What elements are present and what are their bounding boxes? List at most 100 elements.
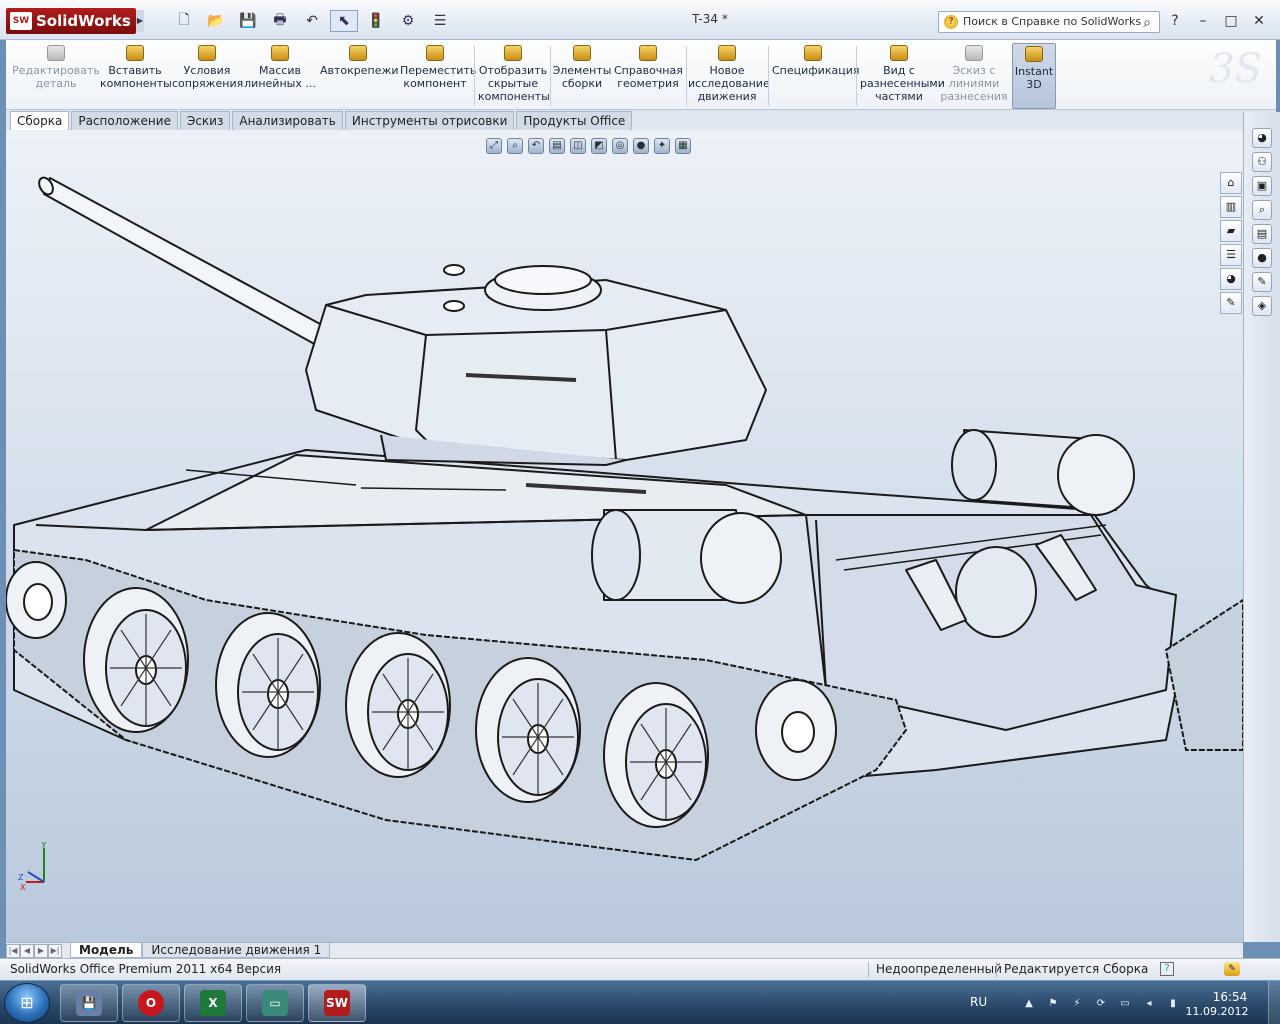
options-button[interactable]: ⚙ xyxy=(394,10,422,32)
new-document-button[interactable]: 🗋 xyxy=(170,10,198,32)
network-icon[interactable]: ⚡ xyxy=(1070,997,1084,1011)
taskbar-excel[interactable]: X xyxy=(184,984,242,1022)
maximize-button[interactable]: □ xyxy=(1218,10,1244,32)
view-palette-tab-icon[interactable]: ▤ xyxy=(1252,224,1272,244)
resources-icon[interactable]: ◕ xyxy=(1252,128,1272,148)
road-wheel[interactable] xyxy=(475,657,581,803)
show-hidden-components-button[interactable]: Отобразить скрытые компоненты xyxy=(478,43,550,109)
save-button[interactable]: 💾 xyxy=(234,10,262,32)
search-results-icon[interactable]: ⌕ xyxy=(1252,200,1272,220)
view-palette-icon[interactable]: ☰ xyxy=(1220,244,1242,266)
undo-button[interactable]: ↶ xyxy=(298,10,326,32)
linear-pattern-button[interactable]: Массив линейных ... xyxy=(244,43,316,109)
start-button[interactable]: ⊞ xyxy=(4,983,50,1023)
rebuild-status-icon[interactable]: ? xyxy=(1160,962,1174,976)
file-properties-button[interactable]: ☰ xyxy=(426,10,454,32)
idler-wheel[interactable] xyxy=(6,561,67,639)
tab-office-products[interactable]: Продукты Office xyxy=(516,111,633,130)
tab-assembly[interactable]: Сборка xyxy=(10,111,70,130)
taskbar-save-app[interactable]: 💾 xyxy=(60,984,118,1022)
custom-props-icon[interactable]: ✎ xyxy=(1220,292,1242,314)
show-desktop-button[interactable] xyxy=(1268,981,1280,1024)
tab-model[interactable]: Модель xyxy=(70,943,143,958)
file-explorer-icon[interactable]: ▣ xyxy=(1252,176,1272,196)
appearances-tab-icon[interactable]: ● xyxy=(1252,248,1272,268)
window-app-icon: ▭ xyxy=(262,990,288,1016)
design-library-icon[interactable]: ▥ xyxy=(1220,196,1242,218)
solidworks-logo[interactable]: SW SolidWorks xyxy=(6,8,136,34)
first-tab-icon[interactable]: |◀ xyxy=(6,943,20,958)
window-controls: ? – □ ✕ xyxy=(1162,10,1272,32)
menu-expand-icon[interactable]: ▶ xyxy=(136,10,144,32)
taskbar-solidworks[interactable]: SW xyxy=(308,984,366,1022)
tank-model[interactable] xyxy=(6,130,1243,942)
tags-icon[interactable]: ✎ xyxy=(1224,962,1240,976)
taskbar-opera[interactable]: O xyxy=(122,984,180,1022)
mate-button[interactable]: Условия сопряжения xyxy=(172,43,243,109)
clock-time[interactable]: 16:54 xyxy=(1208,990,1252,1004)
next-tab-icon[interactable]: ▶ xyxy=(34,943,48,958)
road-wheel[interactable] xyxy=(215,612,321,758)
explode-line-sketch-button[interactable]: Эскиз с линиями разнесения xyxy=(940,43,1008,109)
assembly-features-button[interactable]: Элементы сборки xyxy=(552,43,612,109)
smart-fasteners-button[interactable]: Автокрепежи xyxy=(320,43,399,109)
road-wheel[interactable] xyxy=(83,587,189,733)
signal-icon[interactable]: ▮ xyxy=(1166,997,1180,1011)
drive-sprocket[interactable] xyxy=(755,679,837,781)
volume-icon[interactable]: ◂ xyxy=(1142,997,1156,1011)
tolerance-icon[interactable]: ◈ xyxy=(1252,296,1272,316)
tab-layout[interactable]: Расположение xyxy=(71,111,178,130)
folder-icon[interactable]: ▰ xyxy=(1220,220,1242,242)
tab-render-tools[interactable]: Инструменты отрисовки xyxy=(344,111,515,130)
definition-status: Недоопределенный xyxy=(876,962,1002,976)
road-wheel[interactable] xyxy=(345,632,451,778)
appearances-icon[interactable]: ◕ xyxy=(1220,268,1242,290)
design-library-tab-icon[interactable]: ⚇ xyxy=(1252,152,1272,172)
tab-sketch[interactable]: Эскиз xyxy=(179,111,231,130)
prev-tab-icon[interactable]: ◀ xyxy=(20,943,34,958)
gun-barrel[interactable] xyxy=(36,175,347,357)
magnifier-icon[interactable]: ⌕ xyxy=(1143,13,1151,33)
ribbon-label: Новое исследование движения xyxy=(688,64,770,103)
app-logo-text: SolidWorks xyxy=(36,12,131,30)
update-icon[interactable]: ⟳ xyxy=(1094,997,1108,1011)
svg-text:X: X xyxy=(20,883,26,892)
ribbon-label: Справочная геометрия xyxy=(614,64,683,90)
turret[interactable] xyxy=(305,264,767,466)
print-button[interactable]: 🖶 xyxy=(266,10,294,32)
select-button[interactable]: ⬉ xyxy=(330,10,358,32)
clock-date[interactable]: 11.09.2012 xyxy=(1182,1005,1252,1018)
exploded-view-icon xyxy=(890,45,908,61)
close-button[interactable]: ✕ xyxy=(1246,10,1272,32)
language-indicator[interactable]: RU xyxy=(970,995,987,1009)
help-search-input[interactable]: ? Поиск в Справке по SolidWorks ⌕ xyxy=(938,11,1160,33)
minimize-button[interactable]: – xyxy=(1190,10,1216,32)
display-icon[interactable]: ▭ xyxy=(1118,997,1132,1011)
instant-3d-button[interactable]: Instant 3D xyxy=(1012,43,1056,109)
quick-access-toolbar: 🗋 📂 💾 🖶 ↶ ⬉ 🚦 ⚙ ☰ xyxy=(170,10,454,32)
last-tab-icon[interactable]: ▶| xyxy=(48,943,62,958)
home-icon[interactable]: ⌂ xyxy=(1220,172,1242,194)
linear-pattern-icon xyxy=(271,45,289,61)
tab-motion-study[interactable]: Исследование движения 1 xyxy=(142,943,331,958)
help-button[interactable]: ? xyxy=(1162,10,1188,32)
properties-tab-icon[interactable]: ✎ xyxy=(1252,272,1272,292)
axis-triad: Y Z X xyxy=(18,842,47,892)
road-wheel[interactable] xyxy=(603,682,709,828)
open-button[interactable]: 📂 xyxy=(202,10,230,32)
tray-up-arrow-icon[interactable]: ▲ xyxy=(1022,997,1036,1011)
new-motion-study-button[interactable]: Новое исследование движения xyxy=(688,43,770,109)
tab-evaluate[interactable]: Анализировать xyxy=(232,111,343,130)
help-icon: ? xyxy=(944,15,958,29)
flag-icon[interactable]: ⚑ xyxy=(1046,997,1060,1011)
edit-part-button[interactable]: Редактировать деталь xyxy=(10,43,102,109)
move-component-button[interactable]: Переместить компонент xyxy=(400,43,476,109)
ribbon-label: Instant 3D xyxy=(1014,65,1054,91)
graphics-viewport[interactable]: – ❐ ✕ ⤢ ⌕ ↶ ▤ ◫ ◩ ◎ ● ✦ ▦ xyxy=(6,130,1243,942)
taskbar-window-app[interactable]: ▭ xyxy=(246,984,304,1022)
insert-components-button[interactable]: Вставить компоненты xyxy=(100,43,172,109)
bill-of-materials-button[interactable]: Спецификация xyxy=(772,43,859,109)
reference-geometry-button[interactable]: Справочная геометрия xyxy=(614,43,683,109)
exploded-view-button[interactable]: Вид с разнесенными частями xyxy=(860,43,945,109)
rebuild-button[interactable]: 🚦 xyxy=(362,10,390,32)
